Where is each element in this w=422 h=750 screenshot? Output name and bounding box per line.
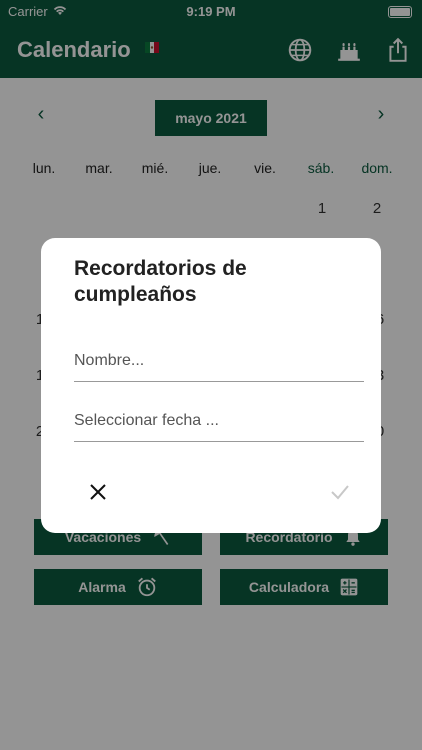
name-input[interactable]	[74, 341, 364, 382]
date-select-input[interactable]	[74, 401, 364, 442]
close-icon[interactable]	[87, 481, 109, 503]
confirm-check-icon[interactable]	[329, 481, 351, 503]
birthday-reminder-dialog: Recordatorios de cumpleaños	[41, 238, 381, 533]
dialog-title: Recordatorios de cumpleaños	[74, 257, 247, 306]
